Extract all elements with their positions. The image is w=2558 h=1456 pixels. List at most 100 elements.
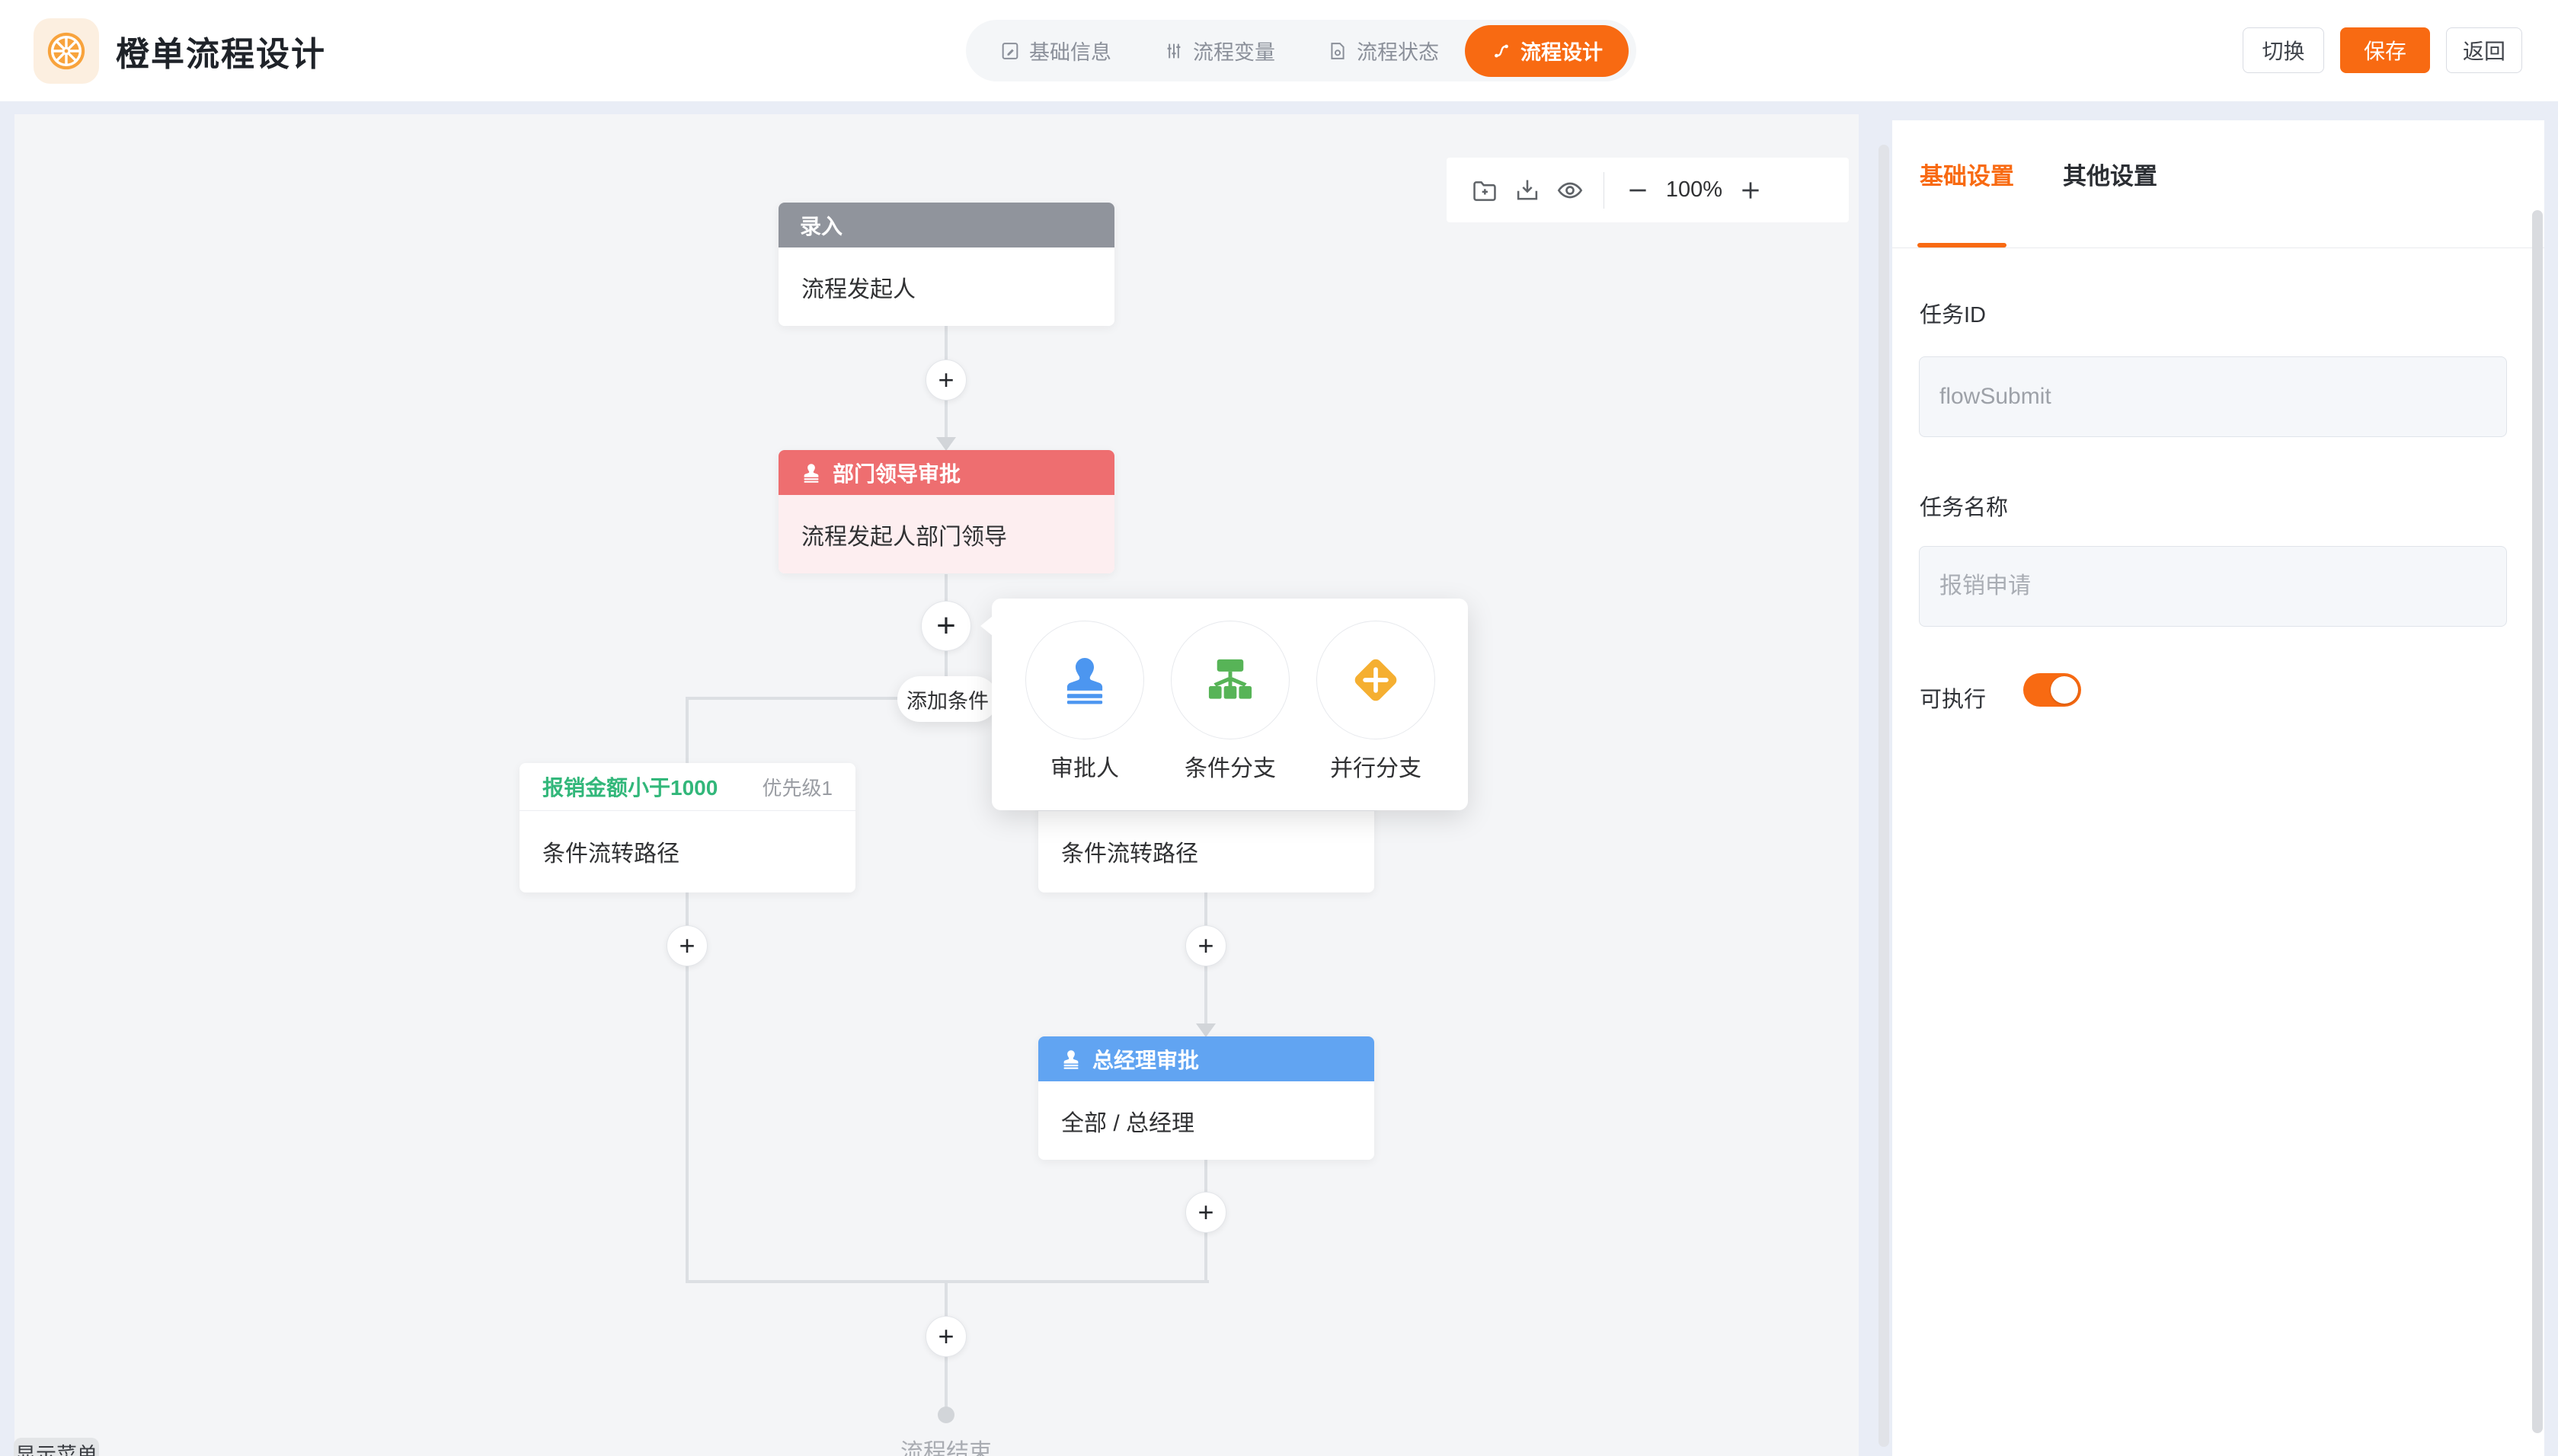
tab-basic-settings[interactable]: 基础设置 <box>1920 157 2014 191</box>
arrow-down-icon <box>936 437 956 451</box>
node-condition-left[interactable]: 报销金额小于1000 优先级1 条件流转路径 <box>520 763 855 892</box>
tab-flow-variables[interactable]: 流程变量 <box>1137 25 1301 77</box>
back-button[interactable]: 返回 <box>2446 27 2522 73</box>
header-actions: 切换 保存 返回 <box>2243 27 2522 73</box>
new-folder-button[interactable] <box>1463 169 1506 212</box>
popup-item-label: 条件分支 <box>1185 749 1276 783</box>
plus-icon: + <box>679 930 695 962</box>
connector <box>1204 1233 1207 1283</box>
tab-other-settings[interactable]: 其他设置 <box>2063 157 2157 191</box>
condition-body: 条件流转路径 <box>520 811 855 892</box>
settings-panel: 基础设置 其他设置 任务ID 任务名称 可执行 <box>1892 120 2544 1456</box>
orange-fruit-icon <box>44 29 88 73</box>
tab-label: 流程状态 <box>1357 36 1439 65</box>
tab-basic-info[interactable]: 基础信息 <box>974 25 1137 77</box>
tab-divider <box>1892 247 2544 248</box>
node-body-text: 流程发起人部门领导 <box>801 518 1007 551</box>
plus-icon: + <box>1197 930 1213 962</box>
popup-item-parallel-branch[interactable]: 并行分支 <box>1313 621 1439 783</box>
condition-body: 条件流转路径 <box>1038 811 1374 892</box>
tab-label: 流程设计 <box>1520 36 1603 65</box>
task-id-field[interactable] <box>1919 356 2507 437</box>
minus-icon <box>1625 177 1651 203</box>
preview-button[interactable] <box>1549 169 1591 212</box>
show-menu-label: 显示菜单 <box>14 1438 99 1456</box>
executable-label: 可执行 <box>1920 682 1986 714</box>
node-body-text: 全部 / 总经理 <box>1061 1104 1194 1138</box>
zoom-out-button[interactable] <box>1616 169 1659 212</box>
zoom-level: 100% <box>1659 177 1729 203</box>
tab-flow-design[interactable]: 流程设计 <box>1465 25 1629 77</box>
add-condition-tooltip[interactable]: 添加条件 <box>897 676 998 722</box>
condition-header: 报销金额小于1000 优先级1 <box>520 763 855 811</box>
panel-scrollbar[interactable] <box>2532 210 2543 1433</box>
node-manager-approval[interactable]: 总经理审批 全部 / 总经理 <box>1038 1036 1374 1160</box>
executable-toggle[interactable] <box>2023 673 2081 707</box>
plus-icon <box>1738 177 1763 203</box>
connector <box>945 574 948 602</box>
page: 橙单流程设计 基础信息 流程变量 <box>0 0 2558 1456</box>
connector <box>1204 1160 1207 1193</box>
node-dept-approval[interactable]: 部门领导审批 流程发起人部门领导 <box>779 450 1114 573</box>
connector <box>686 966 689 1283</box>
zoom-in-button[interactable] <box>1729 169 1772 212</box>
node-manager-body: 全部 / 总经理 <box>1038 1081 1374 1160</box>
popup-circle <box>1171 621 1290 739</box>
connector <box>686 697 689 765</box>
sitemap-icon <box>1202 652 1258 708</box>
add-node-popup: 审批人 条件分支 <box>992 599 1468 810</box>
task-name-label: 任务名称 <box>1920 490 2008 522</box>
connector <box>1204 892 1207 926</box>
tab-label: 流程变量 <box>1193 36 1275 65</box>
settings-tab-bar: 基础设置 其他设置 <box>1920 157 2157 191</box>
add-node-button[interactable]: + <box>926 1316 967 1357</box>
panel-resizer-handle[interactable] <box>1879 145 1889 1447</box>
flow-canvas[interactable]: 流程结束 录入 流程发起人 + 部门领导审批 流 <box>14 114 1859 1456</box>
stamp-icon <box>800 461 823 484</box>
popup-item-label: 审批人 <box>1050 749 1119 783</box>
connector <box>1204 966 1207 1024</box>
task-id-label: 任务ID <box>1920 297 1986 329</box>
tab-flow-status[interactable]: 流程状态 <box>1301 25 1465 77</box>
page-title: 橙单流程设计 <box>116 0 326 101</box>
node-dept-header: 部门领导审批 <box>779 450 1114 495</box>
connector <box>945 1357 948 1407</box>
download-icon <box>1513 176 1542 205</box>
flow-end-label: 流程结束 <box>855 1433 1038 1456</box>
tab-label: 基础信息 <box>1029 36 1111 65</box>
popup-item-approver[interactable]: 审批人 <box>1022 621 1148 783</box>
add-node-button[interactable]: + <box>1185 1192 1226 1233</box>
doc-edit-icon <box>999 40 1021 62</box>
add-node-button-active[interactable]: + <box>921 601 971 651</box>
popup-circle <box>1316 621 1435 739</box>
arrow-down-icon <box>1196 1023 1216 1037</box>
stamp-icon <box>1060 1048 1082 1071</box>
plus-icon: + <box>938 1320 954 1352</box>
export-button[interactable] <box>1506 169 1549 212</box>
connector <box>945 1282 948 1317</box>
sliders-icon <box>1163 40 1185 62</box>
task-name-field[interactable] <box>1919 546 2507 627</box>
add-node-button[interactable]: + <box>667 925 708 966</box>
switch-button[interactable]: 切换 <box>2243 27 2324 73</box>
tooltip-label: 添加条件 <box>906 685 989 714</box>
condition-body-text: 条件流转路径 <box>542 835 679 868</box>
folder-plus-icon <box>1470 176 1499 205</box>
popup-item-condition-branch[interactable]: 条件分支 <box>1167 621 1293 783</box>
add-node-button[interactable]: + <box>926 359 967 401</box>
app-logo <box>34 18 99 84</box>
save-button[interactable]: 保存 <box>2340 27 2430 73</box>
canvas-toolbar: 100% <box>1447 158 1849 222</box>
node-dept-body: 流程发起人部门领导 <box>779 495 1114 573</box>
flow-icon <box>1491 40 1512 62</box>
show-menu-button[interactable]: 显示菜单 <box>14 1438 99 1456</box>
add-node-button[interactable]: + <box>1185 925 1226 966</box>
node-start-header: 录入 <box>779 203 1114 247</box>
plus-icon: + <box>936 607 956 645</box>
plus-icon: + <box>1197 1196 1213 1228</box>
diamond-plus-icon <box>1347 651 1405 709</box>
node-start-body: 流程发起人 <box>779 247 1114 326</box>
flow-end-dot <box>938 1407 954 1423</box>
connector <box>686 892 689 926</box>
node-start[interactable]: 录入 流程发起人 <box>779 203 1114 326</box>
